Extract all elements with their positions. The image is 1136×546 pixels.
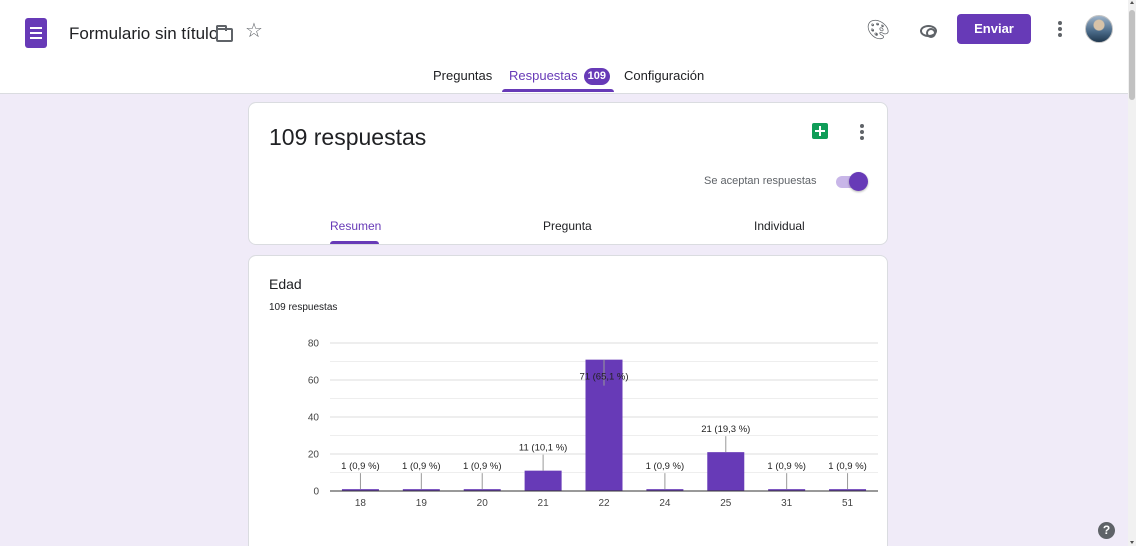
data-label: 1 (0,9 %) xyxy=(341,461,380,472)
x-tick-label: 22 xyxy=(598,498,610,509)
chart-bar xyxy=(707,452,745,491)
responses-summary-card: 109 respuestas Se aceptan respuestas Res… xyxy=(248,102,888,245)
x-tick-label: 31 xyxy=(781,498,793,509)
x-tick-label: 21 xyxy=(538,498,550,509)
data-label: 1 (0,9 %) xyxy=(402,461,441,472)
scroll-up-arrow-icon[interactable] xyxy=(1130,1,1134,4)
star-icon[interactable]: ☆ xyxy=(245,21,263,41)
folder-icon[interactable] xyxy=(216,25,233,42)
x-tick-label: 19 xyxy=(416,498,428,509)
subtab-individual[interactable]: Individual xyxy=(754,219,805,233)
data-label: 71 (65,1 %) xyxy=(579,372,628,383)
x-tick-label: 51 xyxy=(842,498,854,509)
tab-settings[interactable]: Configuración xyxy=(624,62,704,94)
responses-title: 109 respuestas xyxy=(269,124,427,150)
page-scrollbar[interactable] xyxy=(1128,0,1136,546)
tab-questions[interactable]: Preguntas xyxy=(433,62,492,94)
form-title[interactable]: Formulario sin título xyxy=(69,24,218,44)
eye-icon[interactable] xyxy=(920,25,937,38)
avatar[interactable] xyxy=(1085,15,1113,43)
subtab-question[interactable]: Pregunta xyxy=(543,219,592,233)
question-card: Edad 109 respuestas 0 20 40 60 80 1 (0,9 %) 18… xyxy=(248,255,888,546)
chart-bar xyxy=(524,470,562,491)
x-tick-label: 25 xyxy=(720,498,732,509)
data-label: 1 (0,9 %) xyxy=(828,461,867,472)
data-label: 1 (0,9 %) xyxy=(463,461,502,472)
responses-count-badge: 109 xyxy=(583,68,611,85)
scroll-thumb[interactable] xyxy=(1129,10,1135,100)
y-tick-label: 0 xyxy=(313,487,319,498)
y-tick-label: 40 xyxy=(308,413,320,424)
subtab-summary[interactable]: Resumen xyxy=(330,219,381,233)
active-subtab-indicator xyxy=(330,241,379,244)
x-tick-label: 24 xyxy=(659,498,671,509)
toggle-thumb[interactable] xyxy=(849,172,868,191)
y-tick-label: 60 xyxy=(308,376,320,387)
send-button[interactable]: Enviar xyxy=(957,14,1031,44)
forms-logo-icon[interactable] xyxy=(25,18,47,48)
data-label: 11 (10,1 %) xyxy=(519,443,567,454)
data-label: 1 (0,9 %) xyxy=(646,461,685,472)
sheets-icon[interactable] xyxy=(812,123,828,139)
data-label: 21 (19,3 %) xyxy=(701,424,750,435)
x-tick-label: 18 xyxy=(355,498,367,509)
data-label: 1 (0,9 %) xyxy=(767,461,806,472)
scroll-down-arrow-icon[interactable] xyxy=(1130,541,1134,544)
age-bar-chart: 0 20 40 60 80 1 (0,9 %) 18 1 (0,9 %) 19 1 (0,9 %)… xyxy=(308,339,878,509)
app-header: Formulario sin título ☆ 🎨︎ Enviar Pregun… xyxy=(0,0,1128,94)
more-vert-icon[interactable] xyxy=(852,122,872,142)
y-tick-label: 20 xyxy=(308,450,320,461)
active-tab-indicator xyxy=(502,89,614,92)
accepting-responses-label: Se aceptan respuestas xyxy=(704,175,817,187)
more-vert-icon[interactable] xyxy=(1050,18,1070,40)
help-icon[interactable]: ? xyxy=(1098,522,1115,539)
y-tick-label: 80 xyxy=(308,339,320,350)
palette-icon[interactable]: 🎨︎ xyxy=(866,21,890,40)
x-tick-label: 20 xyxy=(477,498,489,509)
